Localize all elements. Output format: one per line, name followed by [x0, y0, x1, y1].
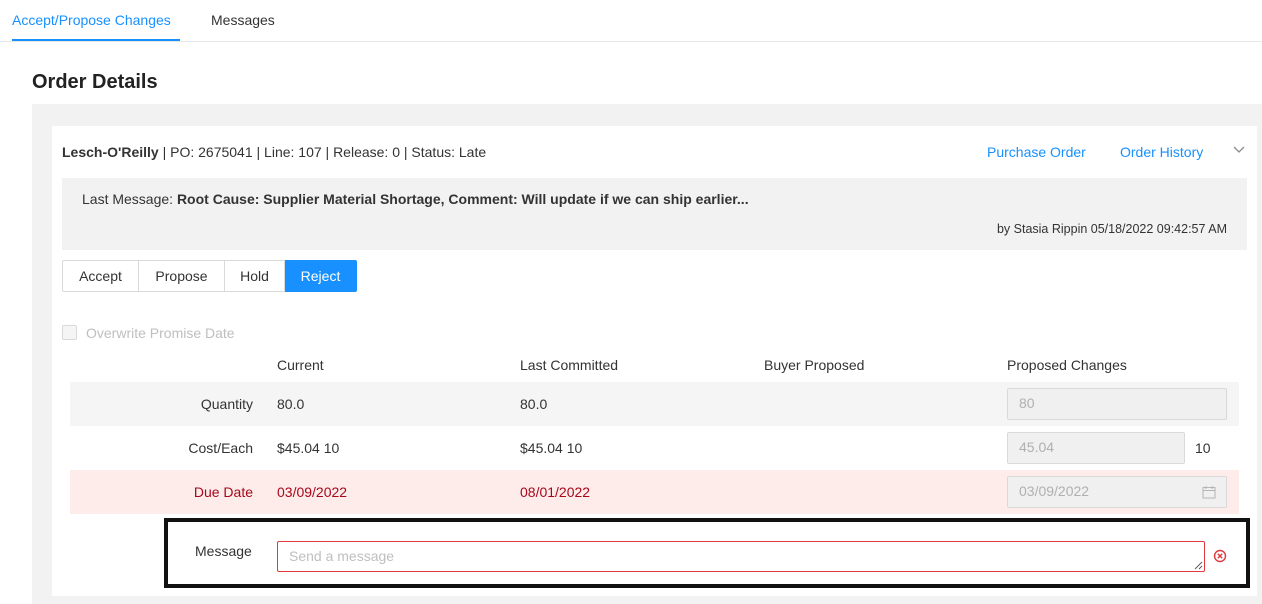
error-circle-icon [1213, 549, 1227, 563]
order-meta: | PO: 2675041 | Line: 107 | Release: 0 |… [158, 144, 487, 160]
tab-accept-propose-changes[interactable]: Accept/Propose Changes [12, 12, 171, 28]
due-date-current: 03/09/2022 [277, 484, 348, 500]
last-message-prefix: Last Message: [82, 191, 177, 207]
due-date-row: Due Date 03/09/2022 08/01/2022 03/09/202… [70, 470, 1239, 514]
quantity-label: Quantity [200, 396, 253, 412]
column-header-current: Current [277, 357, 324, 373]
overwrite-promise-date-checkbox[interactable] [62, 325, 77, 340]
quantity-last-committed: 80.0 [520, 396, 548, 412]
action-button-group: Accept Propose Hold Reject [62, 260, 357, 292]
cost-current: $45.04 10 [277, 440, 340, 456]
overwrite-promise-date-label: Overwrite Promise Date [86, 325, 235, 341]
purchase-order-link[interactable]: Purchase Order [987, 144, 1086, 160]
quantity-row: Quantity 80.0 80.0 80 [70, 382, 1239, 426]
due-date-last-committed: 08/01/2022 [520, 484, 591, 500]
due-date-proposed-value: 03/09/2022 [1019, 483, 1090, 499]
last-message-content: Root Cause: Supplier Material Shortage, … [176, 191, 749, 207]
chevron-down-icon[interactable] [1232, 142, 1246, 156]
message-input[interactable] [277, 541, 1205, 572]
hold-button[interactable]: Hold [225, 260, 285, 292]
propose-button[interactable]: Propose [139, 260, 225, 292]
quantity-proposed-input[interactable]: 80 [1007, 388, 1227, 420]
cost-proposed-input[interactable]: 45.04 [1007, 432, 1185, 464]
due-date-label: Due Date [193, 484, 253, 500]
cost-per-quantity: 10 [1195, 440, 1211, 456]
cost-last-committed: $45.04 10 [520, 440, 583, 456]
tab-bar: Accept/Propose Changes Messages [0, 0, 1262, 42]
column-header-last-committed: Last Committed [520, 357, 619, 373]
cost-label: Cost/Each [188, 440, 253, 456]
last-message-byline: by Stasia Rippin 05/18/2022 09:42:57 AM [996, 222, 1227, 236]
cost-row: Cost/Each $45.04 10 $45.04 10 45.04 10 [70, 426, 1239, 470]
resize-grip-icon[interactable] [1194, 561, 1203, 570]
order-history-link[interactable]: Order History [1120, 144, 1203, 160]
column-header-proposed-changes: Proposed Changes [1007, 357, 1127, 373]
supplier-name: Lesch-O'Reilly [62, 144, 159, 160]
column-header-buyer-proposed: Buyer Proposed [764, 357, 865, 373]
quantity-current: 80.0 [277, 396, 305, 412]
order-summary: Lesch-O'Reilly | PO: 2675041 | Line: 107… [62, 144, 486, 160]
calendar-icon [1202, 486, 1216, 499]
tab-messages[interactable]: Messages [211, 12, 275, 28]
accept-button[interactable]: Accept [62, 260, 139, 292]
page-title: Order Details [32, 71, 158, 93]
reject-button[interactable]: Reject [285, 260, 357, 292]
active-tab-indicator [12, 39, 180, 41]
last-message-box: Last Message: Root Cause: Supplier Mater… [62, 178, 1247, 250]
last-message-text: Last Message: Root Cause: Supplier Mater… [82, 191, 749, 207]
message-label: Message [195, 543, 252, 559]
due-date-proposed-picker[interactable]: 03/09/2022 [1007, 476, 1227, 508]
